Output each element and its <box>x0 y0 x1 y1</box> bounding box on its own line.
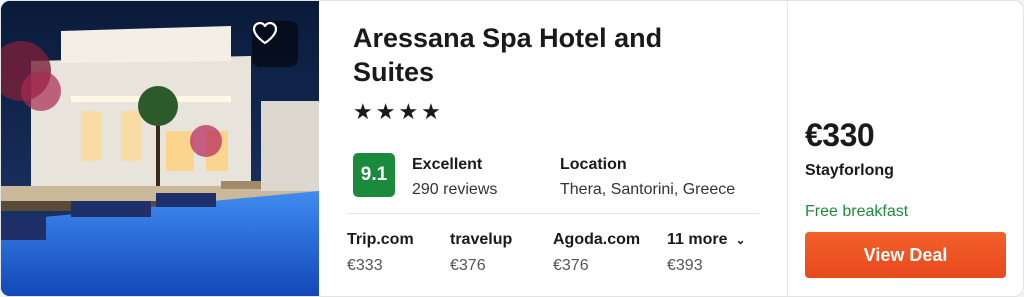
review-count[interactable]: 290 reviews <box>412 181 497 199</box>
star-rating: ★★★★ <box>353 99 444 124</box>
offer-site-name: Trip.com <box>347 231 414 248</box>
location-label: Location <box>560 156 627 173</box>
location-value: Thera, Santorini, Greece <box>560 181 736 198</box>
rating-label: Excellent <box>412 156 483 173</box>
rating-score-badge[interactable]: 9.1 <box>353 153 395 197</box>
chevron-down-icon: ⌄ <box>735 233 746 247</box>
offer-travelup[interactable]: travelup €376 <box>450 231 512 275</box>
deal-provider: Stayforlong <box>805 162 894 179</box>
offer-price: €333 <box>347 257 383 274</box>
favorite-button[interactable] <box>252 21 298 67</box>
more-offers-label: 11 more ⌄ <box>667 231 746 249</box>
best-deal-panel: €330 Stayforlong Free breakfast View Dea… <box>805 1 1015 296</box>
heart-outline-icon <box>252 21 278 45</box>
more-offers-dropdown[interactable]: 11 more ⌄ €393 <box>667 231 746 275</box>
offer-price: €376 <box>553 257 589 274</box>
deal-perk: Free breakfast <box>805 203 909 220</box>
offer-site-name: travelup <box>450 231 513 248</box>
hotel-name[interactable]: Aressana Spa Hotel and Suites <box>353 21 713 89</box>
offer-price: €393 <box>667 257 703 274</box>
hotel-photo[interactable] <box>1 1 319 296</box>
hotel-result-card: Aressana Spa Hotel and Suites ★★★★ 9.1 E… <box>0 0 1024 297</box>
view-deal-button[interactable]: View Deal <box>805 232 1006 278</box>
column-divider <box>787 1 788 296</box>
hotel-info: Aressana Spa Hotel and Suites ★★★★ 9.1 E… <box>347 1 767 296</box>
section-divider <box>347 213 759 214</box>
offer-price: €376 <box>450 257 486 274</box>
offer-trip-com[interactable]: Trip.com €333 <box>347 231 414 275</box>
deal-price: €330 <box>805 117 875 153</box>
more-offers-text: 11 more <box>667 231 728 248</box>
offer-site-name: Agoda.com <box>553 231 641 248</box>
offer-agoda[interactable]: Agoda.com €376 <box>553 231 640 275</box>
